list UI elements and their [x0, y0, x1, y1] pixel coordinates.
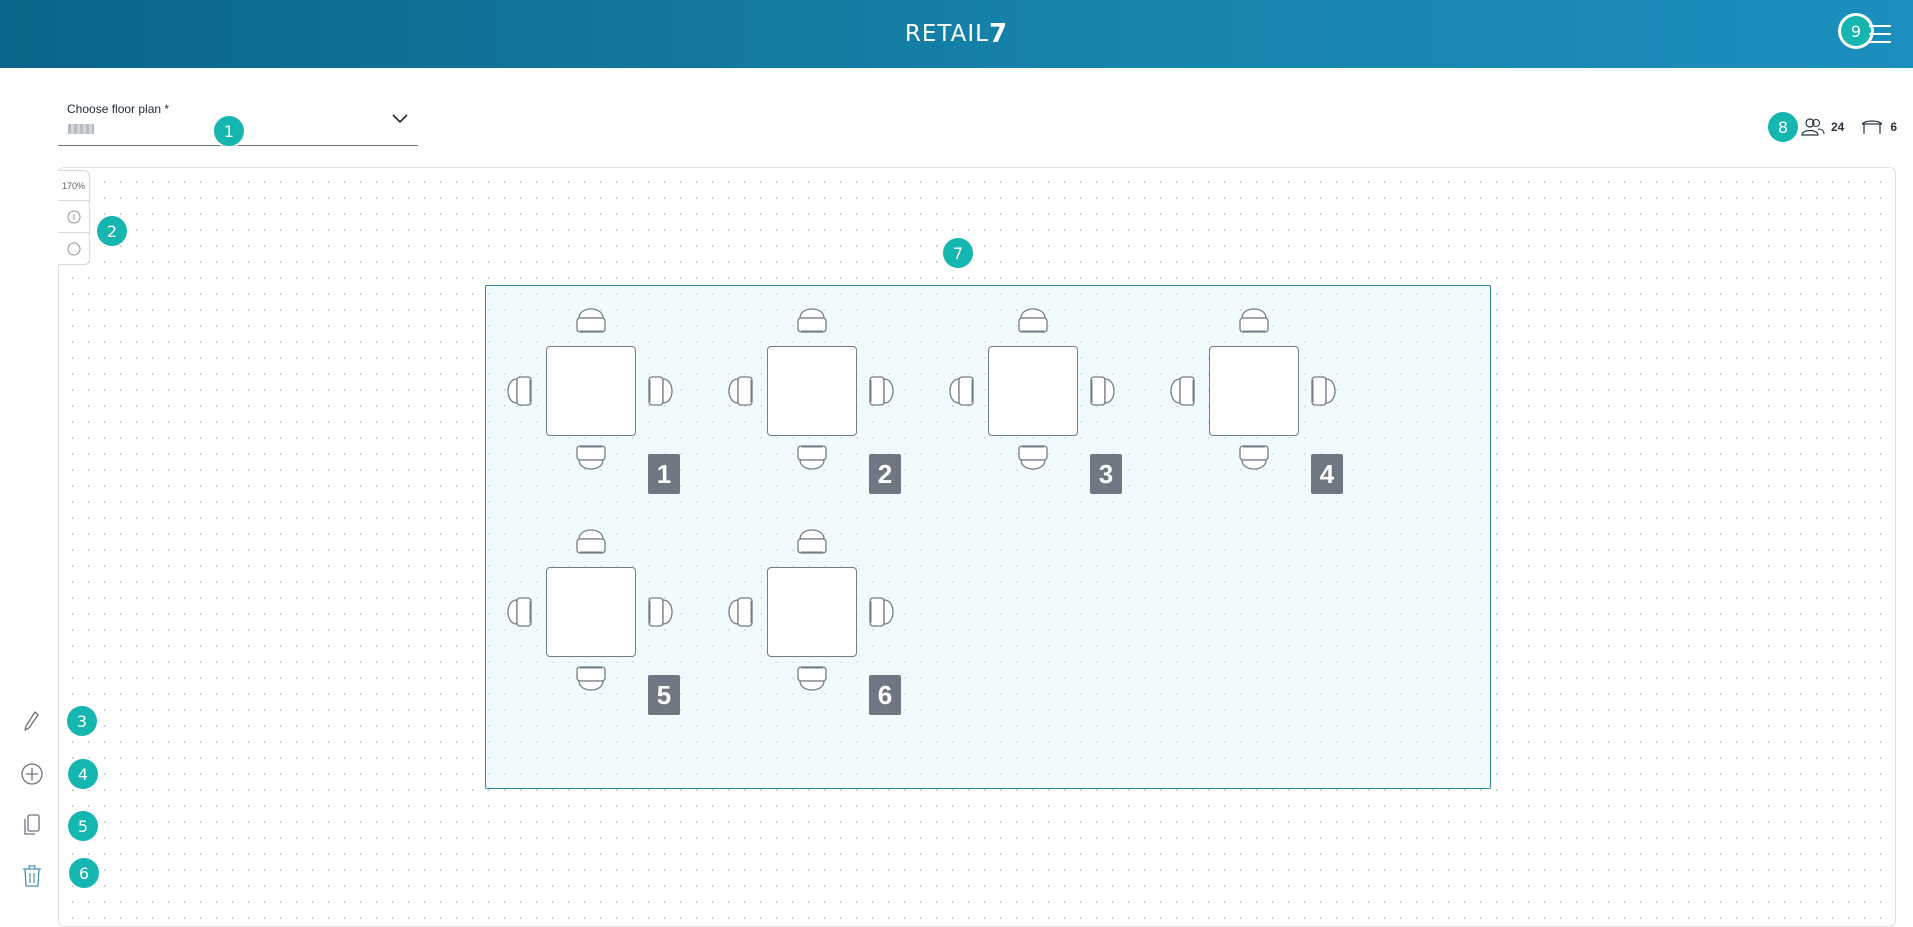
zoom-badge: 2 [97, 216, 127, 246]
table-unit[interactable]: 1 [486, 286, 680, 494]
chair-left-icon [722, 374, 754, 413]
copy-icon [24, 814, 40, 835]
table-number: 4 [1311, 454, 1343, 494]
table-icon [1861, 120, 1883, 134]
chair-left-icon [501, 374, 533, 413]
circle-icon [67, 242, 80, 256]
chair-bottom-icon [795, 665, 829, 702]
chair-left-icon [501, 595, 533, 634]
table-shape[interactable] [988, 346, 1078, 436]
add-circle-icon [21, 763, 43, 785]
chair-bottom-icon [574, 444, 608, 481]
chair-top-icon [574, 302, 608, 339]
table-number: 5 [648, 675, 680, 715]
floor-plan-value [68, 124, 94, 134]
trash-icon [23, 865, 41, 887]
chair-bottom-icon [1237, 444, 1271, 481]
chair-left-icon [722, 595, 754, 634]
copy-tool-button[interactable] [18, 811, 46, 839]
chair-right-icon [868, 595, 900, 634]
chair-left-icon [943, 374, 975, 413]
stats-badge: 8 [1768, 112, 1798, 142]
chair-bottom-icon [574, 665, 608, 702]
room-badge: 7 [943, 238, 973, 268]
people-icon [1801, 118, 1825, 136]
app-header: RETAIL 7 9 [0, 0, 1913, 68]
chair-top-icon [795, 302, 829, 339]
info-icon [67, 210, 80, 223]
table-shape[interactable] [767, 567, 857, 657]
chair-right-icon [1089, 374, 1121, 413]
table-number: 6 [869, 675, 901, 715]
edit-tool-button[interactable] [18, 707, 46, 735]
table-number: 1 [648, 454, 680, 494]
tables-count: 6 [1890, 120, 1897, 134]
table-unit[interactable]: 4 [1149, 286, 1343, 494]
chair-right-icon [1310, 374, 1342, 413]
table-shape[interactable] [1209, 346, 1299, 436]
edit-tool-badge: 3 [67, 706, 97, 736]
chair-bottom-icon [795, 444, 829, 481]
table-unit[interactable]: 5 [486, 507, 680, 715]
chair-right-icon [868, 374, 900, 413]
chair-top-icon [1237, 302, 1271, 339]
chair-bottom-icon [1016, 444, 1050, 481]
chevron-down-icon[interactable] [392, 114, 408, 124]
copy-tool-badge: 5 [68, 811, 98, 841]
delete-tool-button[interactable] [18, 862, 46, 890]
table-unit[interactable]: 3 [928, 286, 1122, 494]
brand-number: 7 [989, 19, 1009, 49]
table-shape[interactable] [546, 567, 636, 657]
chair-right-icon [647, 595, 679, 634]
chair-right-icon [647, 374, 679, 413]
table-number: 2 [869, 454, 901, 494]
chair-top-icon [574, 523, 608, 560]
hamburger-menu-icon[interactable] [1865, 19, 1895, 49]
floor-plan-badge: 1 [214, 116, 244, 146]
table-number: 3 [1090, 454, 1122, 494]
brand-text: RETAIL [904, 21, 989, 47]
chair-top-icon [795, 523, 829, 560]
table-shape[interactable] [546, 346, 636, 436]
chair-top-icon [1016, 302, 1050, 339]
zoom-reset-button[interactable] [58, 233, 89, 265]
table-unit[interactable]: 2 [707, 286, 901, 494]
delete-tool-badge: 6 [69, 858, 99, 888]
chair-left-icon [1164, 374, 1196, 413]
info-button[interactable] [58, 201, 89, 233]
table-shape[interactable] [767, 346, 857, 436]
guests-count: 24 [1830, 120, 1845, 134]
add-tool-button[interactable] [18, 760, 46, 788]
pencil-icon [24, 711, 39, 731]
floor-plan-label: Choose floor plan * [67, 102, 170, 116]
add-tool-badge: 4 [68, 759, 98, 789]
zoom-level: 170% [58, 171, 89, 201]
table-unit[interactable]: 6 [707, 507, 901, 715]
zoom-controls: 170% [58, 170, 90, 265]
floor-stats: 24 6 [1801, 118, 1897, 136]
brand-logo: RETAIL 7 [0, 0, 1913, 68]
